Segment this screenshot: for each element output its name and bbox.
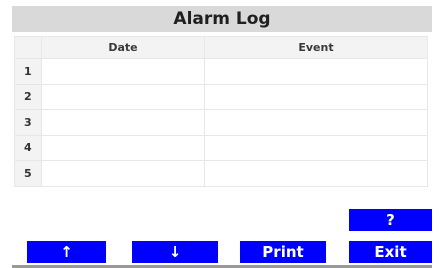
scroll-down-button[interactable]: ↓: [132, 241, 218, 263]
index-column-header: [14, 36, 42, 59]
row-index: 2: [14, 83, 42, 110]
date-cell: [41, 109, 205, 136]
table-header-row: Date Event: [14, 36, 428, 59]
event-column-header: Event: [204, 36, 428, 59]
date-cell: [41, 160, 205, 187]
row-index: 4: [14, 134, 42, 161]
row-index: 3: [14, 109, 42, 136]
table-row[interactable]: 4: [14, 134, 428, 161]
event-cell: [204, 134, 428, 161]
table-row[interactable]: 1: [14, 58, 428, 85]
exit-button[interactable]: Exit: [349, 241, 432, 263]
row-index: 5: [14, 160, 42, 187]
event-cell: [204, 83, 428, 110]
table-row[interactable]: 5: [14, 160, 428, 187]
event-cell: [204, 160, 428, 187]
event-cell: [204, 109, 428, 136]
print-button[interactable]: Print: [240, 241, 326, 263]
date-cell: [41, 134, 205, 161]
alarm-log-table: Date Event 1 2 3 4 5: [14, 36, 428, 187]
page-title: Alarm Log: [173, 9, 271, 29]
date-column-header: Date: [41, 36, 205, 59]
scroll-up-button[interactable]: ↑: [27, 241, 106, 263]
date-cell: [41, 58, 205, 85]
help-button[interactable]: ?: [349, 209, 432, 231]
row-index: 1: [14, 58, 42, 85]
event-cell: [204, 58, 428, 85]
date-cell: [41, 83, 205, 110]
table-row[interactable]: 3: [14, 109, 428, 136]
title-bar: Alarm Log: [12, 6, 432, 32]
table-row[interactable]: 2: [14, 83, 428, 110]
